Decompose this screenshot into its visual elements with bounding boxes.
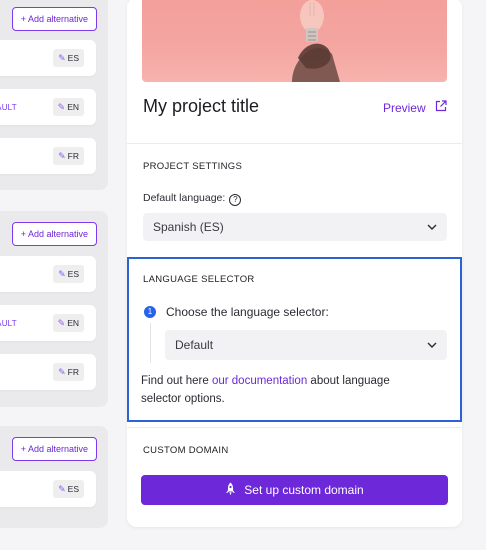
- language-group-2: + Add alternative ✎ES DEFAULT ✎EN ✎FR: [0, 211, 108, 407]
- language-row-fr[interactable]: ✎ FR: [0, 138, 96, 174]
- pencil-icon: ✎: [58, 367, 66, 377]
- help-icon[interactable]: ?: [229, 194, 242, 206]
- project-title-row: My project title Preview: [143, 96, 447, 122]
- custom-domain-heading: CUSTOM DOMAIN: [143, 445, 229, 456]
- language-selector-select[interactable]: Default: [165, 330, 447, 360]
- divider: [127, 143, 462, 144]
- language-group-1: + Add alternative ✎ES DEFAULT ✎EN ✎FR: [0, 0, 108, 190]
- step-rail: [150, 323, 151, 363]
- add-alternative-button[interactable]: + Add alternative: [11, 7, 97, 31]
- pencil-icon: ✎: [58, 484, 66, 494]
- language-selector-section: LANGUAGE SELECTOR 1 Choose the language …: [127, 257, 462, 422]
- edit-language-chip[interactable]: ✎ ES: [53, 49, 84, 67]
- language-row-fr[interactable]: ✎ FR: [0, 354, 96, 390]
- set-up-custom-domain-button[interactable]: Set up custom domain: [141, 475, 448, 505]
- chevron-down-icon: [427, 224, 437, 230]
- step-label: Choose the language selector:: [166, 305, 329, 319]
- default-language-value: Spanish (ES): [153, 220, 224, 234]
- pencil-icon: ✎: [57, 318, 66, 328]
- preview-link[interactable]: Preview: [383, 100, 447, 115]
- default-badge: DEFAULT: [0, 103, 17, 112]
- language-row-es[interactable]: ✎ ES: [0, 256, 96, 292]
- set-up-custom-domain-label: Set up custom domain: [244, 483, 364, 497]
- preview-label: Preview: [382, 101, 426, 115]
- project-cover-image: [142, 0, 447, 82]
- default-badge: DEFAULT: [0, 319, 17, 328]
- step-number-badge: 1: [144, 306, 156, 318]
- hand-holding-bulb-illustration: [292, 0, 340, 82]
- rocket-icon: [226, 482, 236, 496]
- edit-language-chip[interactable]: ✎ FR: [53, 147, 84, 165]
- pencil-icon: ✎: [58, 53, 66, 63]
- pencil-icon: ✎: [58, 151, 66, 161]
- edit-language-chip[interactable]: ✎ EN: [52, 98, 84, 116]
- language-selector-value: Default: [175, 338, 214, 352]
- pencil-icon: ✎: [57, 102, 66, 112]
- add-alternative-button[interactable]: + Add alternative: [11, 222, 97, 246]
- chevron-down-icon: [427, 342, 437, 348]
- pencil-icon: ✎: [58, 269, 66, 279]
- project-title: My project title: [143, 96, 260, 116]
- divider: [127, 427, 462, 428]
- language-selector-help-text: Find out here our documentation about la…: [141, 375, 390, 405]
- default-language-select[interactable]: Spanish (ES): [143, 213, 447, 241]
- edit-language-chip[interactable]: ✎ ES: [53, 480, 84, 498]
- language-row-es[interactable]: ✎ ES: [0, 471, 96, 507]
- language-row-es[interactable]: ✎ ES: [0, 40, 96, 76]
- add-alternative-button[interactable]: + Add alternative: [11, 437, 97, 461]
- project-settings-heading: PROJECT SETTINGS: [143, 161, 243, 172]
- edit-language-chip[interactable]: ✎ FR: [53, 363, 84, 381]
- edit-language-chip[interactable]: ✎ EN: [52, 314, 84, 332]
- project-settings-panel: My project title Preview PROJECT SETTING…: [127, 0, 462, 527]
- documentation-link[interactable]: our documentation: [212, 375, 307, 387]
- language-selector-heading: LANGUAGE SELECTOR: [143, 274, 255, 285]
- language-group-3: + Add alternative ✎ ES: [0, 426, 108, 528]
- language-row-en[interactable]: DEFAULT ✎EN: [0, 89, 96, 125]
- edit-language-chip[interactable]: ✎ ES: [53, 265, 84, 283]
- external-link-icon: [435, 100, 447, 112]
- language-row-en[interactable]: DEFAULT ✎EN: [0, 305, 96, 341]
- default-language-label: Default language:?: [143, 192, 242, 206]
